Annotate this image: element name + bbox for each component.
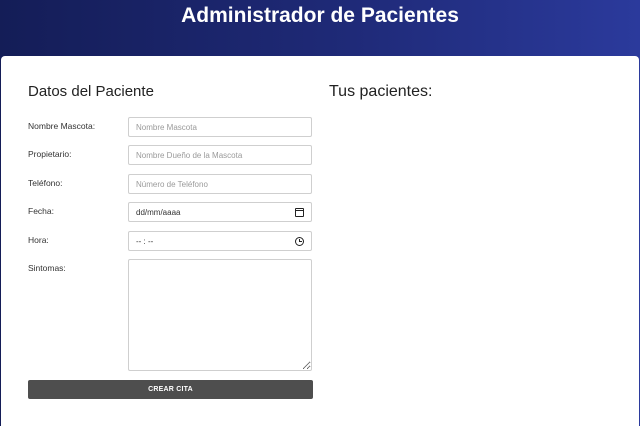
telefono-label: Teléfono: [28, 178, 63, 188]
propietario-input[interactable] [128, 145, 312, 165]
form-title: Datos del Paciente [28, 83, 154, 100]
main-card: Datos del Paciente Tus pacientes: Nombre… [1, 56, 639, 426]
sintomas-row: Sintomas: [28, 259, 313, 372]
hora-value: -- : -- [136, 236, 154, 246]
fecha-input[interactable]: dd/mm/aaaa [128, 202, 312, 222]
fecha-value: dd/mm/aaaa [136, 207, 181, 217]
clock-icon[interactable] [295, 236, 304, 246]
telefono-input[interactable] [128, 174, 312, 194]
telefono-row: Teléfono: [28, 174, 313, 194]
sintomas-label: Sintomas: [28, 263, 66, 273]
mascota-row: Nombre Mascota: [28, 117, 313, 137]
patients-title: Tus pacientes: [329, 83, 433, 100]
propietario-label: Propietario: [28, 149, 72, 159]
sintomas-textarea[interactable] [128, 259, 312, 371]
fecha-row: Fecha: dd/mm/aaaa [28, 202, 313, 222]
crear-cita-button[interactable]: CREAR CITA [28, 380, 313, 399]
page-title: Administrador de Pacientes [181, 4, 459, 27]
page-header: Administrador de Pacientes [0, 0, 640, 56]
hora-row: Hora: -- : -- [28, 231, 313, 251]
propietario-row: Propietario: [28, 145, 313, 165]
calendar-icon[interactable] [295, 207, 304, 217]
hora-input[interactable]: -- : -- [128, 231, 312, 251]
mascota-label: Nombre Mascota: [28, 121, 96, 131]
fecha-label: Fecha: [28, 206, 54, 216]
mascota-input[interactable] [128, 117, 312, 137]
hora-label: Hora: [28, 235, 49, 245]
